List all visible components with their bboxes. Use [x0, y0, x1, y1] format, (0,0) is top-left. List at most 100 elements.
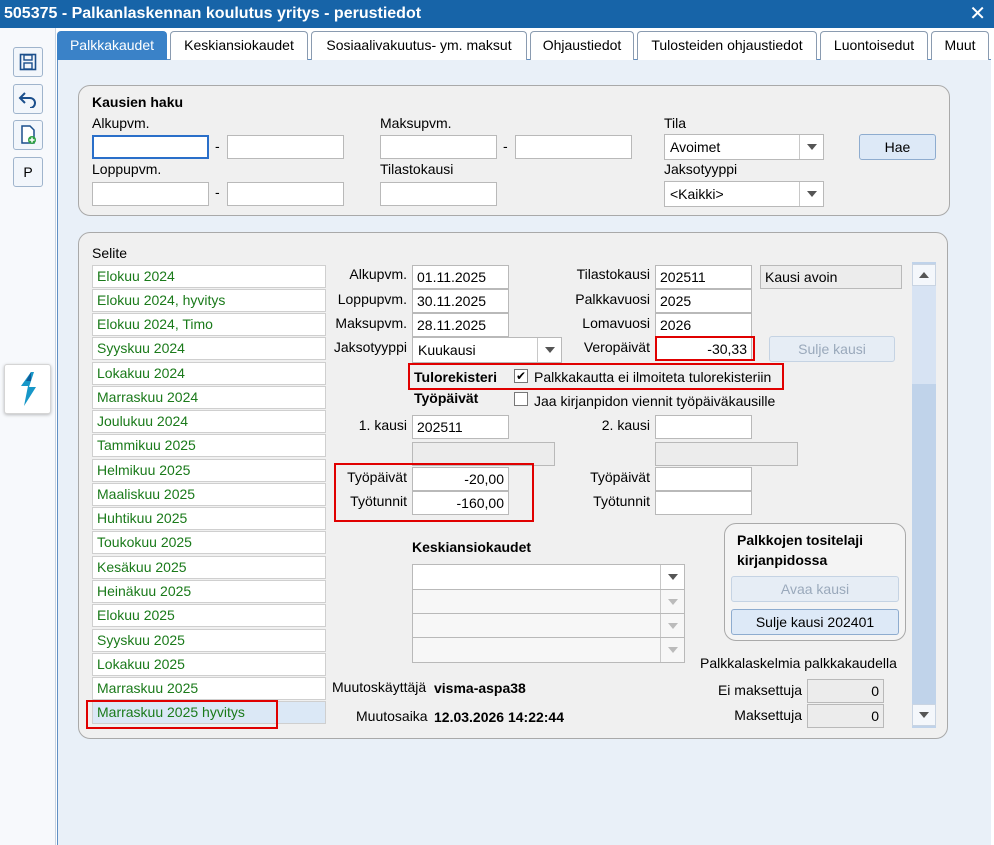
- kausi2-label: 2. kausi: [601, 417, 650, 433]
- list-item[interactable]: Maaliskuu 2025: [92, 483, 326, 506]
- chevron-down-icon[interactable]: [660, 614, 684, 638]
- tab-keskiansiokaudet[interactable]: Keskiansiokaudet: [170, 31, 308, 60]
- maksupvm-input[interactable]: 28.11.2025: [412, 313, 509, 337]
- selite-label: Selite: [92, 245, 128, 261]
- app-logo-icon: [4, 364, 51, 414]
- list-item[interactable]: Toukokuu 2025: [92, 531, 326, 554]
- chevron-down-icon[interactable]: [660, 565, 684, 589]
- search-tila-value: Avoimet: [670, 139, 721, 155]
- scroll-down-icon[interactable]: [912, 704, 936, 726]
- list-item[interactable]: Kesäkuu 2025: [92, 556, 326, 579]
- alkupvm-input[interactable]: 01.11.2025: [412, 265, 509, 289]
- keskiansiokaudet-heading: Keskiansiokaudet: [412, 539, 532, 555]
- kausi1-input[interactable]: 202511: [412, 415, 509, 439]
- search-alkupvm-from-input[interactable]: [92, 135, 209, 159]
- ei-maksettuja-label: Ei maksettuja: [717, 682, 802, 698]
- search-jaksotyyppi-label: Jaksotyyppi: [664, 161, 738, 177]
- tab-palkkakaudet[interactable]: Palkkakaudet: [57, 31, 167, 61]
- chevron-down-icon[interactable]: [660, 590, 684, 614]
- sulje-kausi-button[interactable]: Sulje kausi: [769, 336, 895, 362]
- loppupvm-input[interactable]: 30.11.2025: [412, 289, 509, 313]
- list-item[interactable]: Marraskuu 2024: [92, 386, 326, 409]
- chevron-down-icon[interactable]: [799, 135, 823, 159]
- search-title: Kausien haku: [92, 94, 184, 110]
- dash: -: [215, 184, 220, 200]
- list-item[interactable]: Elokuu 2024: [92, 265, 326, 288]
- search-maksupvm-label: Maksupvm.: [380, 115, 452, 131]
- list-item[interactable]: Lokakuu 2025: [92, 653, 326, 676]
- list-item[interactable]: Helmikuu 2025: [92, 459, 326, 482]
- highlight-box: [86, 700, 278, 729]
- search-alkupvm-to-input[interactable]: [227, 135, 344, 159]
- list-item[interactable]: Elokuu 2024, hyvitys: [92, 289, 326, 312]
- highlight-box: [655, 336, 755, 361]
- jaksotyyppi-label: Jaksotyyppi: [333, 339, 407, 355]
- search-loppupvm-from-input[interactable]: [92, 182, 209, 206]
- tab-luontoisedut[interactable]: Luontoisedut: [820, 31, 928, 60]
- list-item[interactable]: Syyskuu 2024: [92, 337, 326, 360]
- kausi2-input[interactable]: [655, 415, 752, 439]
- keskiansiokausi-select-3[interactable]: [412, 613, 685, 639]
- tab-muut[interactable]: Muut: [931, 31, 989, 60]
- search-tila-select[interactable]: Avoimet: [664, 134, 824, 160]
- search-tilastokausi-input[interactable]: [380, 182, 497, 206]
- sulje-kausi-202401-button[interactable]: Sulje kausi 202401: [731, 609, 899, 635]
- ei-maksettuja-value: 0: [807, 679, 884, 703]
- lomavuosi-label: Lomavuosi: [582, 315, 650, 331]
- jaksotyyppi-value: Kuukausi: [418, 342, 476, 358]
- keskiansiokausi-select-2[interactable]: [412, 589, 685, 615]
- list-item[interactable]: Tammikuu 2025: [92, 434, 326, 457]
- highlight-box: [408, 363, 784, 390]
- tilastokausi-input[interactable]: 202511: [655, 265, 752, 289]
- save-icon[interactable]: [13, 47, 43, 77]
- palkkavuosi-input[interactable]: 2025: [655, 289, 752, 313]
- hae-button[interactable]: Hae: [859, 134, 936, 160]
- close-icon[interactable]: ✕: [969, 0, 986, 28]
- tab-tulosteiden-ohjaustiedot[interactable]: Tulosteiden ohjaustiedot: [637, 31, 817, 60]
- kausi1-label: 1. kausi: [358, 417, 407, 433]
- maksettuja-value: 0: [807, 704, 884, 728]
- list-item[interactable]: Elokuu 2025: [92, 604, 326, 627]
- keskiansiokausi-select-4[interactable]: [412, 637, 685, 663]
- tyopaivat2-label: Työpäivät: [590, 469, 650, 485]
- keskiansiokausi-select-1[interactable]: [412, 564, 685, 590]
- undo-icon[interactable]: [13, 84, 43, 114]
- search-maksupvm-to-input[interactable]: [515, 135, 632, 159]
- list-item[interactable]: Syyskuu 2025: [92, 629, 326, 652]
- tyopaivat2-input[interactable]: [655, 467, 752, 491]
- list-item[interactable]: Heinäkuu 2025: [92, 580, 326, 603]
- palkkalaskelmia-title: Palkkalaskelmia palkkakaudella: [700, 655, 897, 671]
- tilastokausi-label: Tilastokausi: [576, 266, 650, 282]
- list-item[interactable]: Huhtikuu 2025: [92, 507, 326, 530]
- tab-sosiaalivakuutus[interactable]: Sosiaalivakuutus- ym. maksut: [311, 31, 527, 60]
- p-button[interactable]: P: [13, 157, 43, 187]
- scrollbar-thumb[interactable]: [912, 286, 936, 384]
- search-loppupvm-to-input[interactable]: [227, 182, 344, 206]
- chevron-down-icon[interactable]: [799, 182, 823, 206]
- jaa-checkbox[interactable]: [514, 392, 528, 406]
- list-item[interactable]: Elokuu 2024, Timo: [92, 313, 326, 336]
- muutosaika-value: 12.03.2026 14:22:44: [434, 709, 564, 725]
- window-title: 505375 - Palkanlaskennan koulutus yritys…: [0, 0, 994, 28]
- list-item[interactable]: Lokakuu 2024: [92, 362, 326, 385]
- new-document-icon[interactable]: [13, 120, 43, 150]
- search-tilastokausi-label: Tilastokausi: [380, 161, 454, 177]
- maksupvm-label: Maksupvm.: [335, 315, 407, 331]
- muutoskayttaja-value: visma-aspa38: [434, 680, 526, 696]
- list-item[interactable]: Marraskuu 2025: [92, 677, 326, 700]
- jaksotyyppi-select[interactable]: Kuukausi: [412, 337, 562, 363]
- tab-ohjaustiedot[interactable]: Ohjaustiedot: [530, 31, 634, 60]
- tyotunnit2-input[interactable]: [655, 491, 752, 515]
- avaa-kausi-button[interactable]: Avaa kausi: [731, 576, 899, 602]
- scroll-up-icon[interactable]: [912, 264, 936, 286]
- veropaivat-label: Veropäivät: [583, 339, 650, 355]
- search-maksupvm-from-input[interactable]: [380, 135, 497, 159]
- list-item[interactable]: Joulukuu 2024: [92, 410, 326, 433]
- muutosaika-label: Muutosaika: [356, 708, 428, 724]
- chevron-down-icon[interactable]: [660, 638, 684, 662]
- lomavuosi-input[interactable]: 2026: [655, 313, 752, 337]
- palkkavuosi-label: Palkkavuosi: [575, 291, 650, 307]
- search-loppupvm-label: Loppupvm.: [92, 161, 162, 177]
- alkupvm-label: Alkupvm.: [349, 266, 407, 282]
- search-jaksotyyppi-select[interactable]: <Kaikki>: [664, 181, 824, 207]
